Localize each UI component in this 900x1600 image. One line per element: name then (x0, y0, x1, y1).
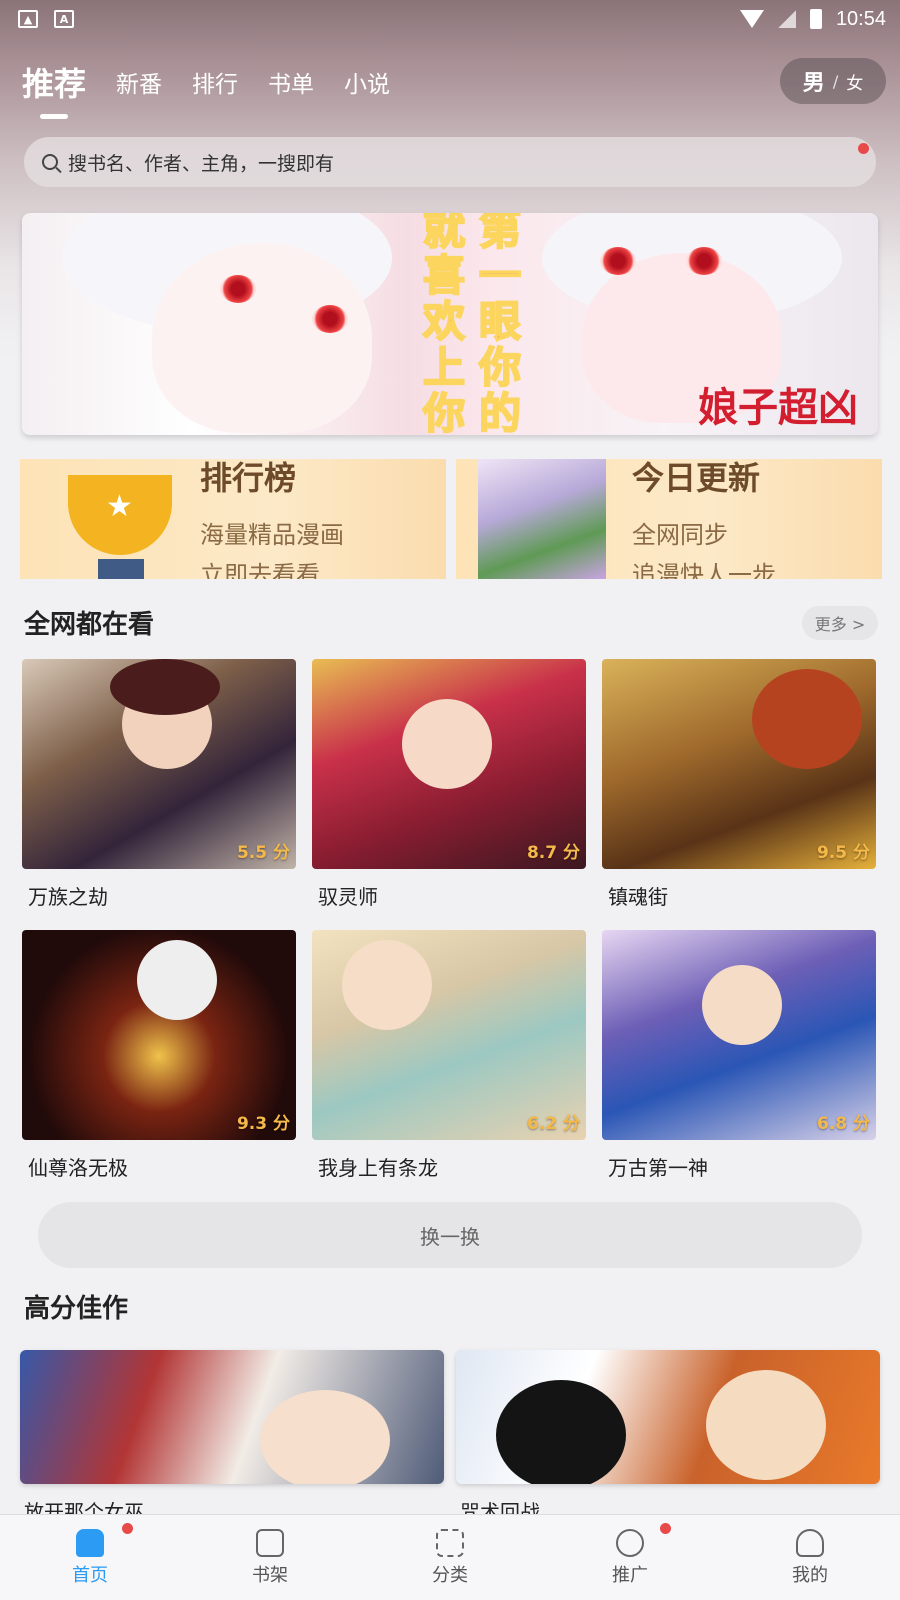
nav-bookshelf[interactable]: 书架 (180, 1515, 360, 1600)
banner-vertical-text: 就喜欢上你 (422, 213, 466, 435)
nav-label: 我的 (792, 1564, 828, 1586)
gender-toggle[interactable]: 男 / 女 (780, 58, 886, 104)
comic-title: 万族之劫 (28, 885, 108, 909)
share-icon (616, 1528, 644, 1557)
comic-cover: 5.5 分 (22, 659, 296, 869)
category-grid-icon (436, 1528, 464, 1557)
tab-new[interactable]: 新番 (116, 65, 162, 99)
banner-title: 娘子超凶 (698, 384, 858, 431)
search-placeholder: 搜书名、作者、主角，一搜即有 (68, 152, 335, 175)
score-badge: 6.2 分 (526, 1114, 580, 1134)
nav-promote[interactable]: 推广 (540, 1515, 720, 1600)
home-icon (76, 1528, 104, 1557)
status-bar: ▲ A 10:54 (0, 0, 900, 38)
score-badge: 8.7 分 (526, 843, 580, 863)
search-bar[interactable]: 搜书名、作者、主角，一搜即有 (24, 137, 876, 187)
nav-label: 推广 (612, 1564, 648, 1586)
notification-dot (122, 1523, 133, 1534)
score-badge: 6.8 分 (816, 1114, 870, 1134)
nav-label: 分类 (432, 1564, 468, 1586)
comic-card[interactable]: 6.2 分 我身上有条龙 (312, 930, 586, 1181)
more-button[interactable]: 更多 > (802, 606, 878, 640)
comic-card[interactable]: 6.8 分 万古第一神 (602, 930, 876, 1181)
score-badge: 9.3 分 (236, 1114, 290, 1134)
font-icon: A (54, 10, 74, 28)
promo-line: 立即去看看 (200, 561, 320, 579)
score-badge: 5.5 分 (236, 843, 290, 863)
battery-icon (809, 9, 822, 29)
swap-button[interactable]: 换一换 (38, 1202, 862, 1268)
user-icon (796, 1528, 824, 1557)
ranking-promo-card[interactable]: 排行榜 海量精品漫画 立即去看看 (20, 459, 446, 579)
nav-home[interactable]: 首页 (0, 1515, 180, 1600)
promo-title: 排行榜 (200, 459, 297, 497)
comic-cover: 9.3 分 (22, 930, 296, 1140)
comic-cover: 8.7 分 (312, 659, 586, 869)
section-title-high-score: 高分佳作 (24, 1294, 129, 1324)
high-score-card[interactable] (20, 1350, 444, 1484)
promo-line: 全网同步 (632, 521, 728, 549)
gender-separator: / (832, 71, 839, 91)
score-badge: 9.5 分 (816, 843, 870, 863)
tab-ranking[interactable]: 排行 (192, 65, 238, 99)
nav-category[interactable]: 分类 (360, 1515, 540, 1600)
comic-title: 万古第一神 (608, 1156, 708, 1180)
comic-title: 仙尊洛无极 (28, 1156, 128, 1180)
notification-dot (858, 143, 869, 154)
trophy-icon (68, 475, 172, 555)
banner-vertical-text: 第一眼你的 (478, 213, 522, 435)
comic-title: 我身上有条龙 (318, 1156, 438, 1180)
tab-booklist[interactable]: 书单 (268, 65, 314, 99)
search-icon (42, 154, 58, 170)
comic-card[interactable]: 9.3 分 仙尊洛无极 (22, 930, 296, 1181)
comic-title: 驭灵师 (318, 885, 378, 909)
gender-male[interactable]: 男 (803, 65, 825, 97)
image-icon: ▲ (18, 10, 38, 28)
tab-novel[interactable]: 小说 (344, 65, 390, 99)
comic-cover: 6.2 分 (312, 930, 586, 1140)
bookshelf-icon (256, 1528, 284, 1557)
comic-cover: 9.5 分 (602, 659, 876, 869)
comic-card[interactable]: 5.5 分 万族之劫 (22, 659, 296, 910)
wifi-icon (739, 10, 764, 28)
promo-title: 今日更新 (632, 459, 761, 497)
top-tab-bar: 推荐 新番 排行 书单 小说 男 / 女 (0, 52, 900, 112)
high-score-card[interactable] (456, 1350, 880, 1484)
signal-icon (777, 10, 796, 28)
comic-card[interactable]: 9.5 分 镇魂街 (602, 659, 876, 910)
promo-line: 海量精品漫画 (200, 521, 344, 549)
comic-title: 镇魂街 (608, 885, 668, 909)
section-title-hot: 全网都在看 (24, 610, 155, 640)
comic-cover: 6.8 分 (602, 930, 876, 1140)
daily-update-promo-card[interactable]: 今日更新 全网同步 追漫快人一步 (456, 459, 882, 579)
promo-image (478, 459, 606, 579)
comic-card[interactable]: 8.7 分 驭灵师 (312, 659, 586, 910)
tab-recommend[interactable]: 推荐 (22, 59, 86, 105)
nav-label: 书架 (252, 1564, 288, 1586)
banner-carousel[interactable]: 就喜欢上你 第一眼你的 娘子超凶 (22, 213, 878, 435)
gender-female[interactable]: 女 (846, 69, 863, 94)
notification-dot (660, 1523, 671, 1534)
status-time: 10:54 (835, 7, 886, 30)
nav-label: 首页 (72, 1564, 108, 1586)
promo-line: 追漫快人一步 (632, 561, 776, 579)
nav-mine[interactable]: 我的 (720, 1515, 900, 1600)
bottom-navigation: 首页 书架 分类 推广 我的 (0, 1514, 900, 1600)
